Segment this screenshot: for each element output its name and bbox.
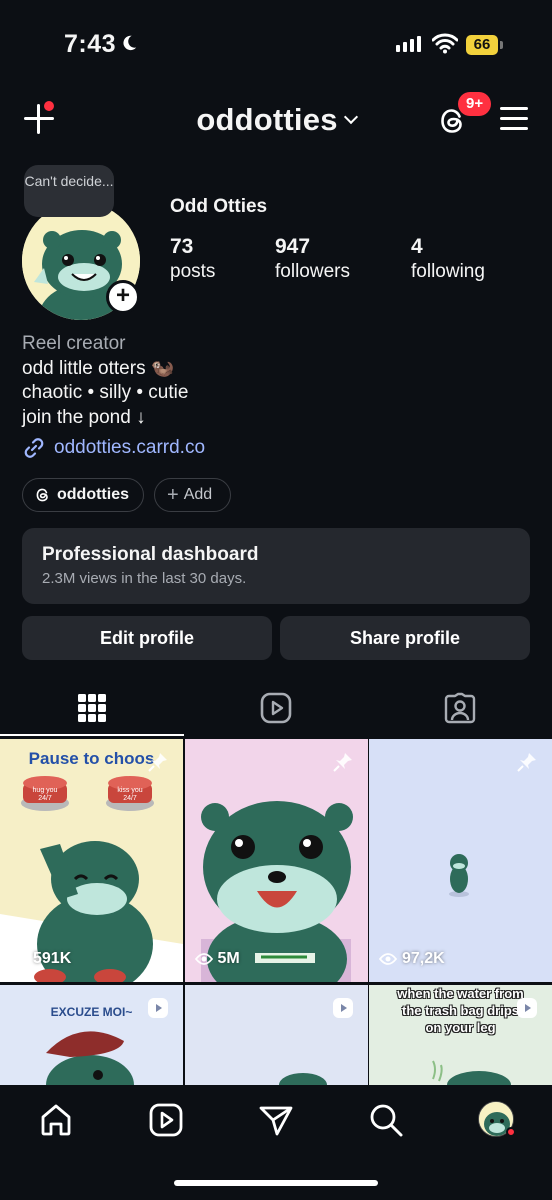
grid-post[interactable]: 5M <box>184 739 368 982</box>
chevron-down-icon <box>343 109 358 125</box>
add-link-chip[interactable]: + Add <box>154 478 231 512</box>
home-icon[interactable] <box>38 1102 74 1138</box>
post-view-count: 591K <box>10 950 71 968</box>
moon-icon <box>123 35 137 51</box>
home-indicator[interactable] <box>174 1180 378 1186</box>
tab-tagged[interactable] <box>368 676 552 738</box>
professional-dashboard[interactable]: Professional dashboard 2.3M views in the… <box>22 528 530 604</box>
reels-icon[interactable] <box>148 1102 184 1138</box>
reel-icon <box>517 998 537 1018</box>
following-label: following <box>411 261 485 282</box>
add-story-button[interactable]: + <box>106 280 140 314</box>
pinned-icon <box>148 753 167 772</box>
views-icon <box>10 953 28 965</box>
dashboard-subtitle: 2.3M views in the last 30 days. <box>42 570 247 587</box>
grid-post[interactable]: hug you 24/7 kiss you 24/7 Pause to choo… <box>0 739 183 982</box>
post-view-count: 5M <box>194 950 240 968</box>
cake-button-label: hug you 24/7 <box>32 787 58 802</box>
tab-reels[interactable] <box>184 676 368 738</box>
views-text: 591K <box>33 950 72 967</box>
bio-category: Reel creator <box>22 333 126 354</box>
followers-label: followers <box>275 261 350 282</box>
profile-content-tabs <box>0 676 552 738</box>
tab-grid[interactable] <box>0 676 184 738</box>
reel-icon <box>332 998 353 1018</box>
status-bar: 7:43 66 <box>0 0 552 90</box>
post-thumbnail <box>449 854 469 897</box>
edit-profile-button[interactable]: Edit profile <box>22 616 272 660</box>
reel-icon <box>148 998 168 1018</box>
wifi-icon <box>432 33 458 54</box>
views-text: 5M <box>217 950 240 967</box>
profile-header: oddotties 9+ <box>0 92 552 148</box>
battery-indicator: 66 <box>466 35 498 55</box>
following-count: 4 <box>411 235 423 258</box>
menu-icon[interactable] <box>500 107 528 131</box>
posts-stat[interactable]: 73 posts <box>170 235 215 283</box>
link-icon <box>24 438 44 458</box>
active-tab-indicator <box>0 734 184 736</box>
threads-icon <box>36 488 48 502</box>
post-thumbnail <box>0 776 183 982</box>
grid-post[interactable] <box>184 985 368 1085</box>
bio: Reel creator odd little otters 🦦 chaotic… <box>22 332 188 430</box>
threads-chip-label: oddotties <box>57 486 129 503</box>
direct-message-icon[interactable] <box>258 1102 294 1138</box>
add-chip-label: Add <box>183 486 213 503</box>
post-thumbnail <box>200 801 353 982</box>
username-title: oddotties <box>196 102 338 137</box>
posts-count: 73 <box>170 235 194 258</box>
display-name: Odd Otties <box>170 196 268 217</box>
threads-notification-badge: 9+ <box>458 92 492 116</box>
views-icon <box>379 953 397 965</box>
plus-icon: + <box>167 484 179 506</box>
pinned-icon <box>332 753 352 772</box>
cellular-signal-icon <box>396 36 421 52</box>
post-view-count: 97,2K <box>379 950 445 968</box>
posts-label: posts <box>170 261 216 282</box>
threads-profile-chip[interactable]: oddotties <box>22 478 144 512</box>
bio-line: join the pond ↓ <box>22 406 146 428</box>
share-profile-button[interactable]: Share profile <box>280 616 530 660</box>
search-icon[interactable] <box>368 1102 404 1138</box>
tagged-person-icon <box>444 692 476 724</box>
following-stat[interactable]: 4 following <box>411 235 485 283</box>
bio-line: odd little otters 🦦 <box>22 357 175 379</box>
reels-icon <box>260 692 292 724</box>
views-text: 97,2K <box>402 950 445 967</box>
battery-tip <box>500 41 503 49</box>
followers-count: 947 <box>275 235 311 258</box>
status-time: 7:43 <box>64 30 117 58</box>
profile-note-bubble[interactable]: Can't decide... <box>24 165 114 217</box>
post-caption: when the water from the trash bag drips … <box>397 986 524 1035</box>
grid-icon <box>78 694 106 722</box>
followers-stat[interactable]: 947 followers <box>275 235 350 283</box>
dashboard-title: Professional dashboard <box>42 544 259 565</box>
pinned-icon <box>517 753 536 772</box>
bio-link-text[interactable]: oddotties.carrd.co <box>54 437 205 459</box>
bio-line: chaotic • silly • cutie <box>22 382 189 403</box>
grid-post[interactable]: EXCUZE MOI~ <box>0 985 183 1085</box>
grid-post[interactable]: when the water from the trash bag drips … <box>369 985 552 1085</box>
views-icon <box>194 953 213 965</box>
grid-post[interactable]: 97,2K <box>369 739 552 982</box>
posts-grid: hug you 24/7 kiss you 24/7 Pause to choo… <box>0 739 552 1085</box>
cake-button-label: kiss you 24/7 <box>117 787 143 802</box>
bio-link[interactable]: oddotties.carrd.co <box>22 436 205 460</box>
profile-notification-dot <box>506 1127 516 1137</box>
